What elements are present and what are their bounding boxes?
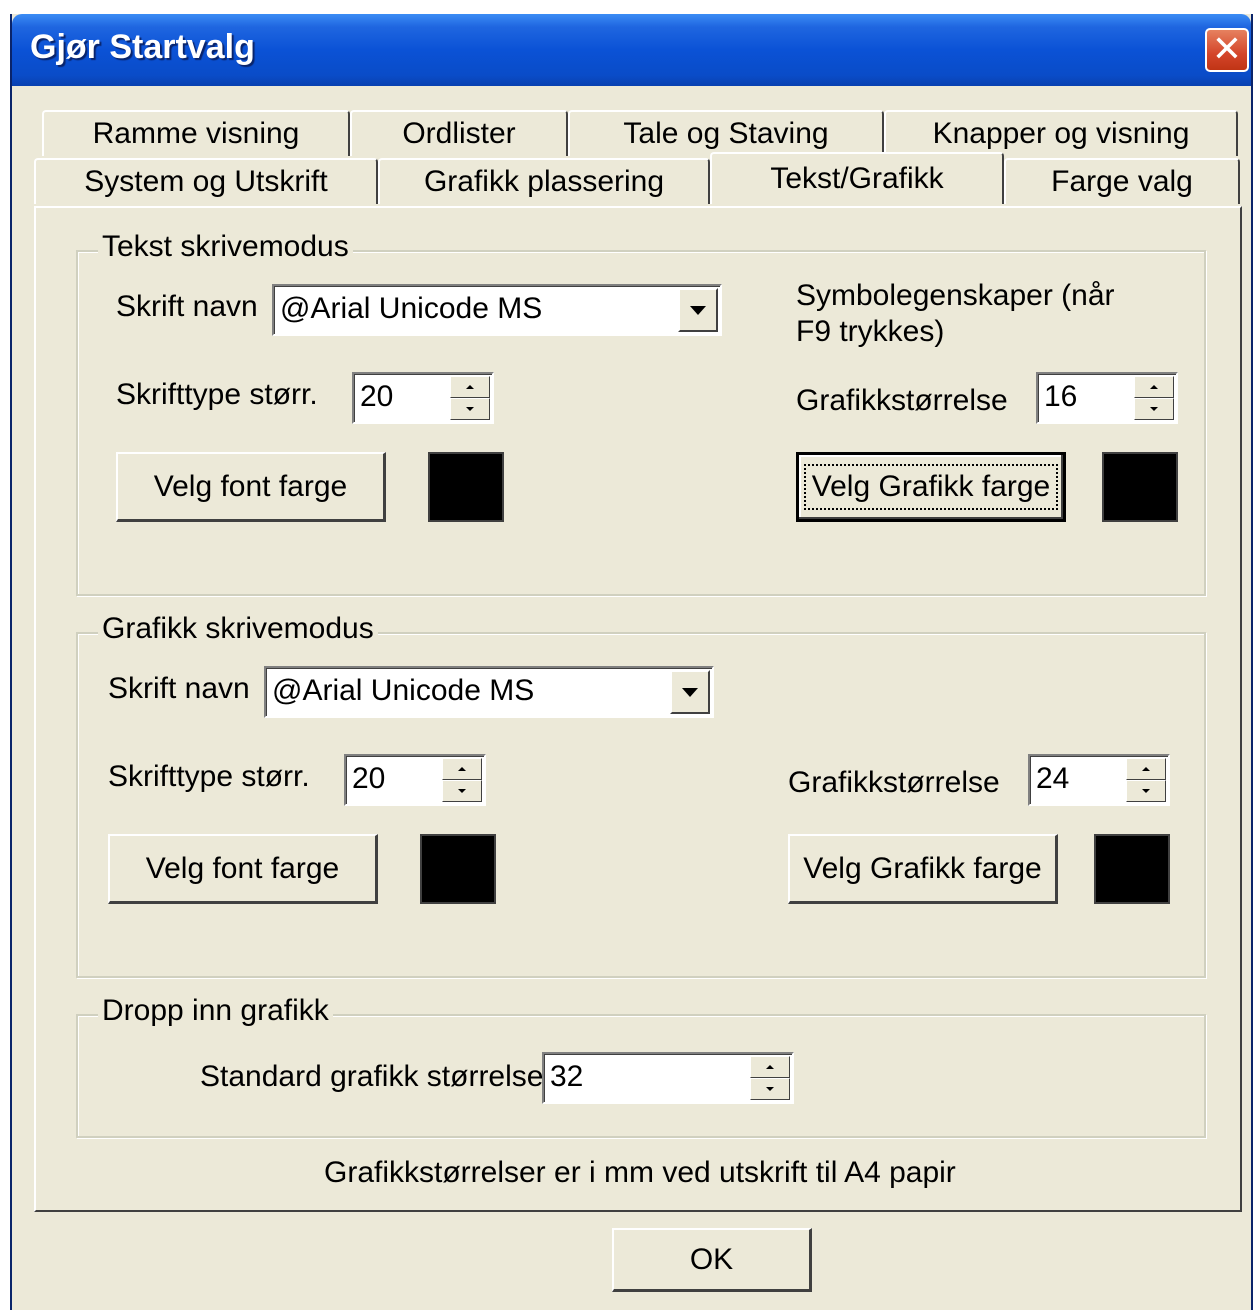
title-bar[interactable]: Gjør Startvalg ✕ xyxy=(12,14,1251,86)
font-name-label: Skrift navn xyxy=(108,672,250,705)
group-label-graphic-mode: Grafikk skrivemodus xyxy=(98,612,378,646)
tab-ramme-visning[interactable]: Ramme visning xyxy=(42,110,350,156)
font-name-dropdown-button[interactable] xyxy=(678,288,718,332)
tab-system-og-utskrift[interactable]: System og Utskrift xyxy=(34,158,378,204)
choose-graphic-color-button[interactable]: Velg Grafikk farge xyxy=(796,452,1066,522)
arrow-down-icon xyxy=(466,407,474,411)
choose-graphic-color-label: Velg Grafikk farge xyxy=(803,464,1059,510)
font-size-value: 20 xyxy=(360,380,394,413)
spin-up-button[interactable] xyxy=(450,376,490,398)
spin-up-button[interactable] xyxy=(1134,376,1174,398)
ok-button[interactable]: OK xyxy=(612,1228,812,1292)
tab-tekst-grafikk[interactable]: Tekst/Grafikk xyxy=(710,152,1004,204)
font-color-swatch xyxy=(428,452,504,522)
dialog-client: Ramme visning Ordlister Tale og Staving … xyxy=(12,86,1251,1310)
graphic-size-spinner[interactable]: 16 xyxy=(1036,372,1178,424)
tab-panel-tekst-grafikk: Tekst skrivemodus Skrift navn @Arial Uni… xyxy=(34,206,1242,1212)
font-size-spinner[interactable]: 20 xyxy=(344,754,486,806)
group-text-mode: Tekst skrivemodus Skrift navn @Arial Uni… xyxy=(76,230,1206,596)
arrow-up-icon xyxy=(1142,767,1150,771)
graphic-color-swatch xyxy=(1094,834,1170,904)
graphic-size-spinner[interactable]: 24 xyxy=(1028,754,1170,806)
arrow-up-icon xyxy=(1150,385,1158,389)
font-name-value: @Arial Unicode MS xyxy=(272,674,535,707)
standard-size-label: Standard grafikk størrelse xyxy=(200,1060,544,1093)
tab-tale-og-staving[interactable]: Tale og Staving xyxy=(568,110,884,156)
tab-grafikk-plassering[interactable]: Grafikk plassering xyxy=(378,158,710,204)
font-color-swatch xyxy=(420,834,496,904)
spin-down-button[interactable] xyxy=(750,1078,790,1100)
graphic-size-spin-buttons xyxy=(1126,758,1166,802)
close-icon: ✕ xyxy=(1211,29,1243,70)
graphic-size-label: Grafikkstørrelse xyxy=(796,384,1008,417)
tab-ordlister[interactable]: Ordlister xyxy=(350,110,568,156)
font-name-combo[interactable]: @Arial Unicode MS xyxy=(272,284,722,336)
spin-up-button[interactable] xyxy=(442,758,482,780)
spin-down-button[interactable] xyxy=(442,780,482,802)
font-size-label: Skrifttype størr. xyxy=(108,760,310,793)
font-name-combo[interactable]: @Arial Unicode MS xyxy=(264,666,714,718)
spin-up-button[interactable] xyxy=(1126,758,1166,780)
chevron-down-icon xyxy=(690,305,706,315)
tab-farge-valg[interactable]: Farge valg xyxy=(1004,158,1240,204)
tab-knapper-og-visning[interactable]: Knapper og visning xyxy=(884,110,1238,156)
spin-down-button[interactable] xyxy=(450,398,490,420)
close-button[interactable]: ✕ xyxy=(1205,28,1249,72)
graphic-size-value: 24 xyxy=(1036,762,1070,795)
arrow-down-icon xyxy=(1150,407,1158,411)
font-size-spinner[interactable]: 20 xyxy=(352,372,494,424)
standard-size-value: 32 xyxy=(550,1060,584,1093)
choose-font-color-button[interactable]: Velg font farge xyxy=(108,834,378,904)
graphic-color-swatch xyxy=(1102,452,1178,522)
font-size-label: Skrifttype størr. xyxy=(116,378,318,411)
choose-font-color-button[interactable]: Velg font farge xyxy=(116,452,386,522)
arrow-down-icon xyxy=(766,1087,774,1091)
font-size-spin-buttons xyxy=(450,376,490,420)
symbol-properties-label: Symbolegenskaper (når F9 trykkes) xyxy=(796,279,1115,348)
arrow-up-icon xyxy=(466,385,474,389)
arrow-down-icon xyxy=(1142,789,1150,793)
graphic-size-value: 16 xyxy=(1044,380,1078,413)
group-graphic-mode: Grafikk skrivemodus Skrift navn @Arial U… xyxy=(76,612,1206,978)
spin-down-button[interactable] xyxy=(1134,398,1174,420)
font-name-value: @Arial Unicode MS xyxy=(280,292,543,325)
arrow-up-icon xyxy=(766,1065,774,1069)
font-size-value: 20 xyxy=(352,762,386,795)
group-label-drop-in: Dropp inn grafikk xyxy=(98,994,333,1028)
font-name-label: Skrift navn xyxy=(116,290,258,323)
group-drop-in-graphics: Dropp inn grafikk Standard grafikk størr… xyxy=(76,994,1206,1138)
spin-up-button[interactable] xyxy=(750,1056,790,1078)
graphic-size-label: Grafikkstørrelse xyxy=(788,766,1000,799)
font-size-spin-buttons xyxy=(442,758,482,802)
standard-size-spinner[interactable]: 32 xyxy=(542,1052,794,1104)
chevron-down-icon xyxy=(682,687,698,697)
spin-down-button[interactable] xyxy=(1126,780,1166,802)
group-label-text-mode: Tekst skrivemodus xyxy=(98,230,353,264)
graphic-size-spin-buttons xyxy=(1134,376,1174,420)
arrow-up-icon xyxy=(458,767,466,771)
footnote-text: Grafikkstørrelser er i mm ved utskrift t… xyxy=(324,1156,956,1189)
dialog-window: Gjør Startvalg ✕ Ramme visning Ordlister… xyxy=(10,14,1253,1310)
choose-graphic-color-button[interactable]: Velg Grafikk farge xyxy=(788,834,1058,904)
arrow-down-icon xyxy=(458,789,466,793)
window-title: Gjør Startvalg xyxy=(30,28,255,66)
standard-size-spin-buttons xyxy=(750,1056,790,1100)
font-name-dropdown-button[interactable] xyxy=(670,670,710,714)
